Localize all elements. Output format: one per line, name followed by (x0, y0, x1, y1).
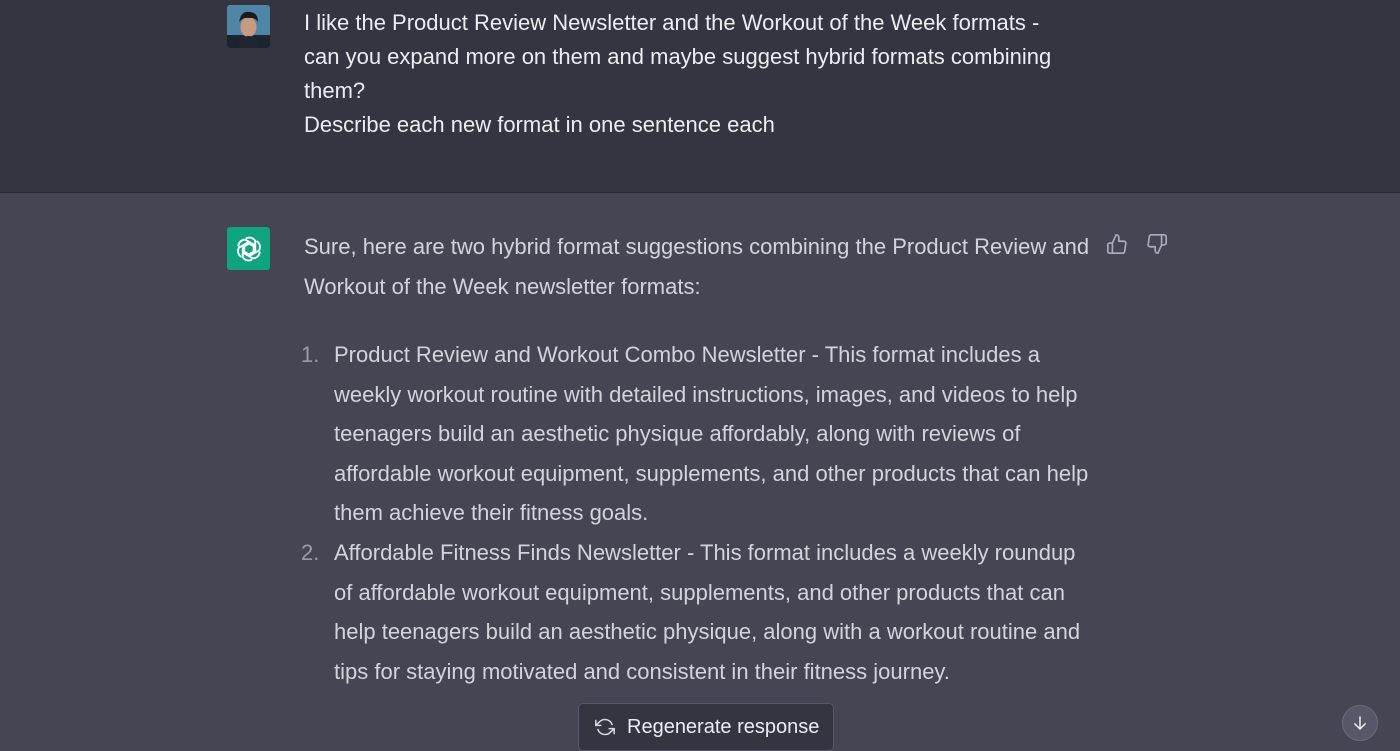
user-message-line: I like the Product Review Newsletter and… (304, 10, 1040, 35)
assistant-format-list: 1. Product Review and Workout Combo News… (301, 335, 1094, 691)
thumbs-down-button[interactable] (1144, 231, 1170, 257)
openai-logo-icon (234, 236, 263, 261)
assistant-avatar (227, 227, 270, 270)
user-avatar (227, 5, 270, 48)
assistant-message-row: Sure, here are two hybrid format suggest… (0, 193, 1400, 751)
user-message-line: them? (304, 78, 366, 103)
thumbs-down-icon (1147, 234, 1167, 254)
thumbs-up-button[interactable] (1104, 231, 1130, 257)
list-item-number: 1. (301, 342, 320, 367)
user-message-line: Describe each new format in one sentence… (304, 112, 775, 137)
refresh-icon (595, 717, 615, 737)
list-item-text: Product Review and Workout Combo Newslet… (334, 342, 1089, 526)
user-message-text: I like the Product Review Newsletter and… (304, 6, 1124, 142)
user-message-row: I like the Product Review Newsletter and… (0, 0, 1400, 193)
list-item-number: 2. (301, 539, 320, 565)
assistant-intro-text: Sure, here are two hybrid format suggest… (304, 234, 1090, 299)
regenerate-response-button[interactable]: Regenerate response (578, 703, 834, 751)
arrow-down-icon (1354, 716, 1366, 730)
list-item: 2. Affordable Fitness Finds Newsletter -… (301, 533, 1094, 691)
list-item: 1. Product Review and Workout Combo News… (301, 335, 1094, 533)
thumbs-up-icon (1107, 234, 1127, 254)
list-item-text: Affordable Fitness Finds Newsletter - Th… (334, 539, 1081, 684)
regenerate-label: Regenerate response (627, 715, 820, 738)
scroll-to-bottom-button[interactable] (1342, 705, 1378, 741)
user-photo-avatar-icon (227, 5, 270, 48)
user-message-line: can you expand more on them and maybe su… (304, 44, 1052, 69)
